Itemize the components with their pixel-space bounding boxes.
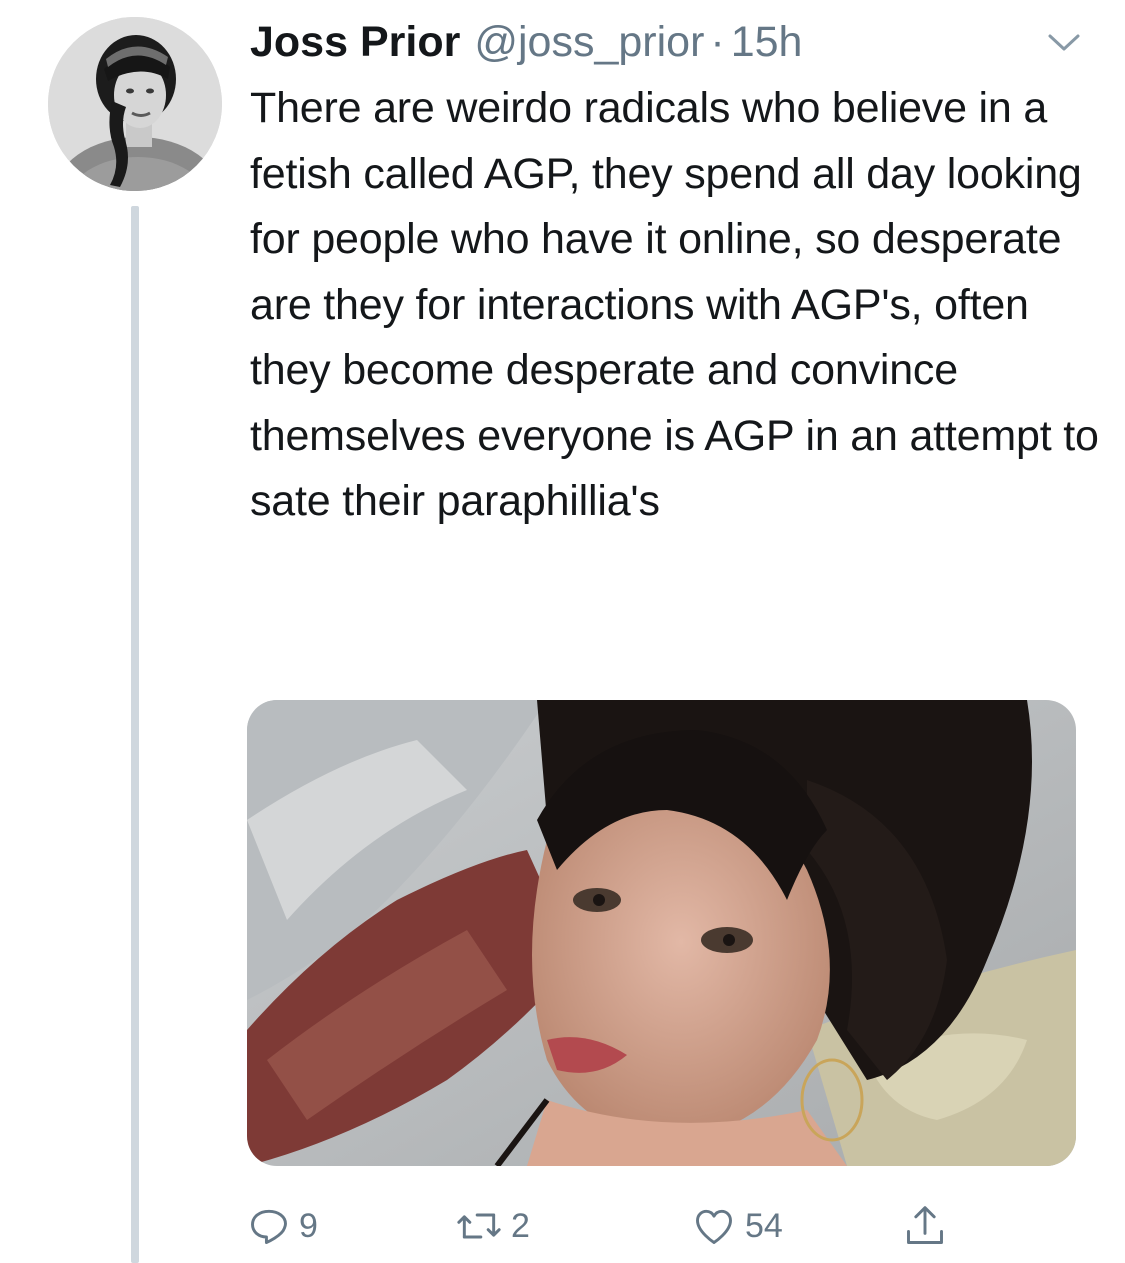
heart-icon	[696, 1209, 732, 1244]
timestamp[interactable]: 15h	[731, 14, 803, 70]
retweet-icon	[457, 1213, 501, 1239]
avatar[interactable]	[48, 17, 222, 191]
tweet-text: There are weirdo radicals who believe in…	[250, 84, 1099, 525]
tweet-menu-button[interactable]	[1044, 28, 1084, 56]
retweet-count: 2	[511, 1206, 530, 1245]
tweet-media[interactable]	[247, 700, 1076, 1166]
avatar-image	[48, 17, 222, 191]
like-count: 54	[745, 1206, 783, 1245]
display-name[interactable]: Joss Prior	[250, 14, 460, 70]
user-handle[interactable]: @joss_prior	[474, 14, 704, 70]
reply-button[interactable]: 9	[247, 1196, 318, 1256]
tweet-photo	[247, 700, 1076, 1166]
separator-dot: ·	[710, 18, 725, 66]
tweet-header: Joss Prior @joss_prior · 15h	[250, 14, 802, 70]
tweet[interactable]: Joss Prior @joss_prior · 15h There are w…	[0, 0, 1125, 1263]
tweet-actions: 9 2 54	[247, 1196, 1007, 1256]
reply-count: 9	[299, 1206, 318, 1245]
chevron-down-icon	[1048, 34, 1080, 51]
share-button[interactable]	[903, 1196, 947, 1256]
share-icon	[907, 1206, 943, 1244]
like-button[interactable]: 54	[691, 1196, 783, 1256]
retweet-button[interactable]: 2	[455, 1196, 530, 1256]
thread-line	[131, 206, 139, 1263]
reply-icon	[251, 1209, 287, 1244]
